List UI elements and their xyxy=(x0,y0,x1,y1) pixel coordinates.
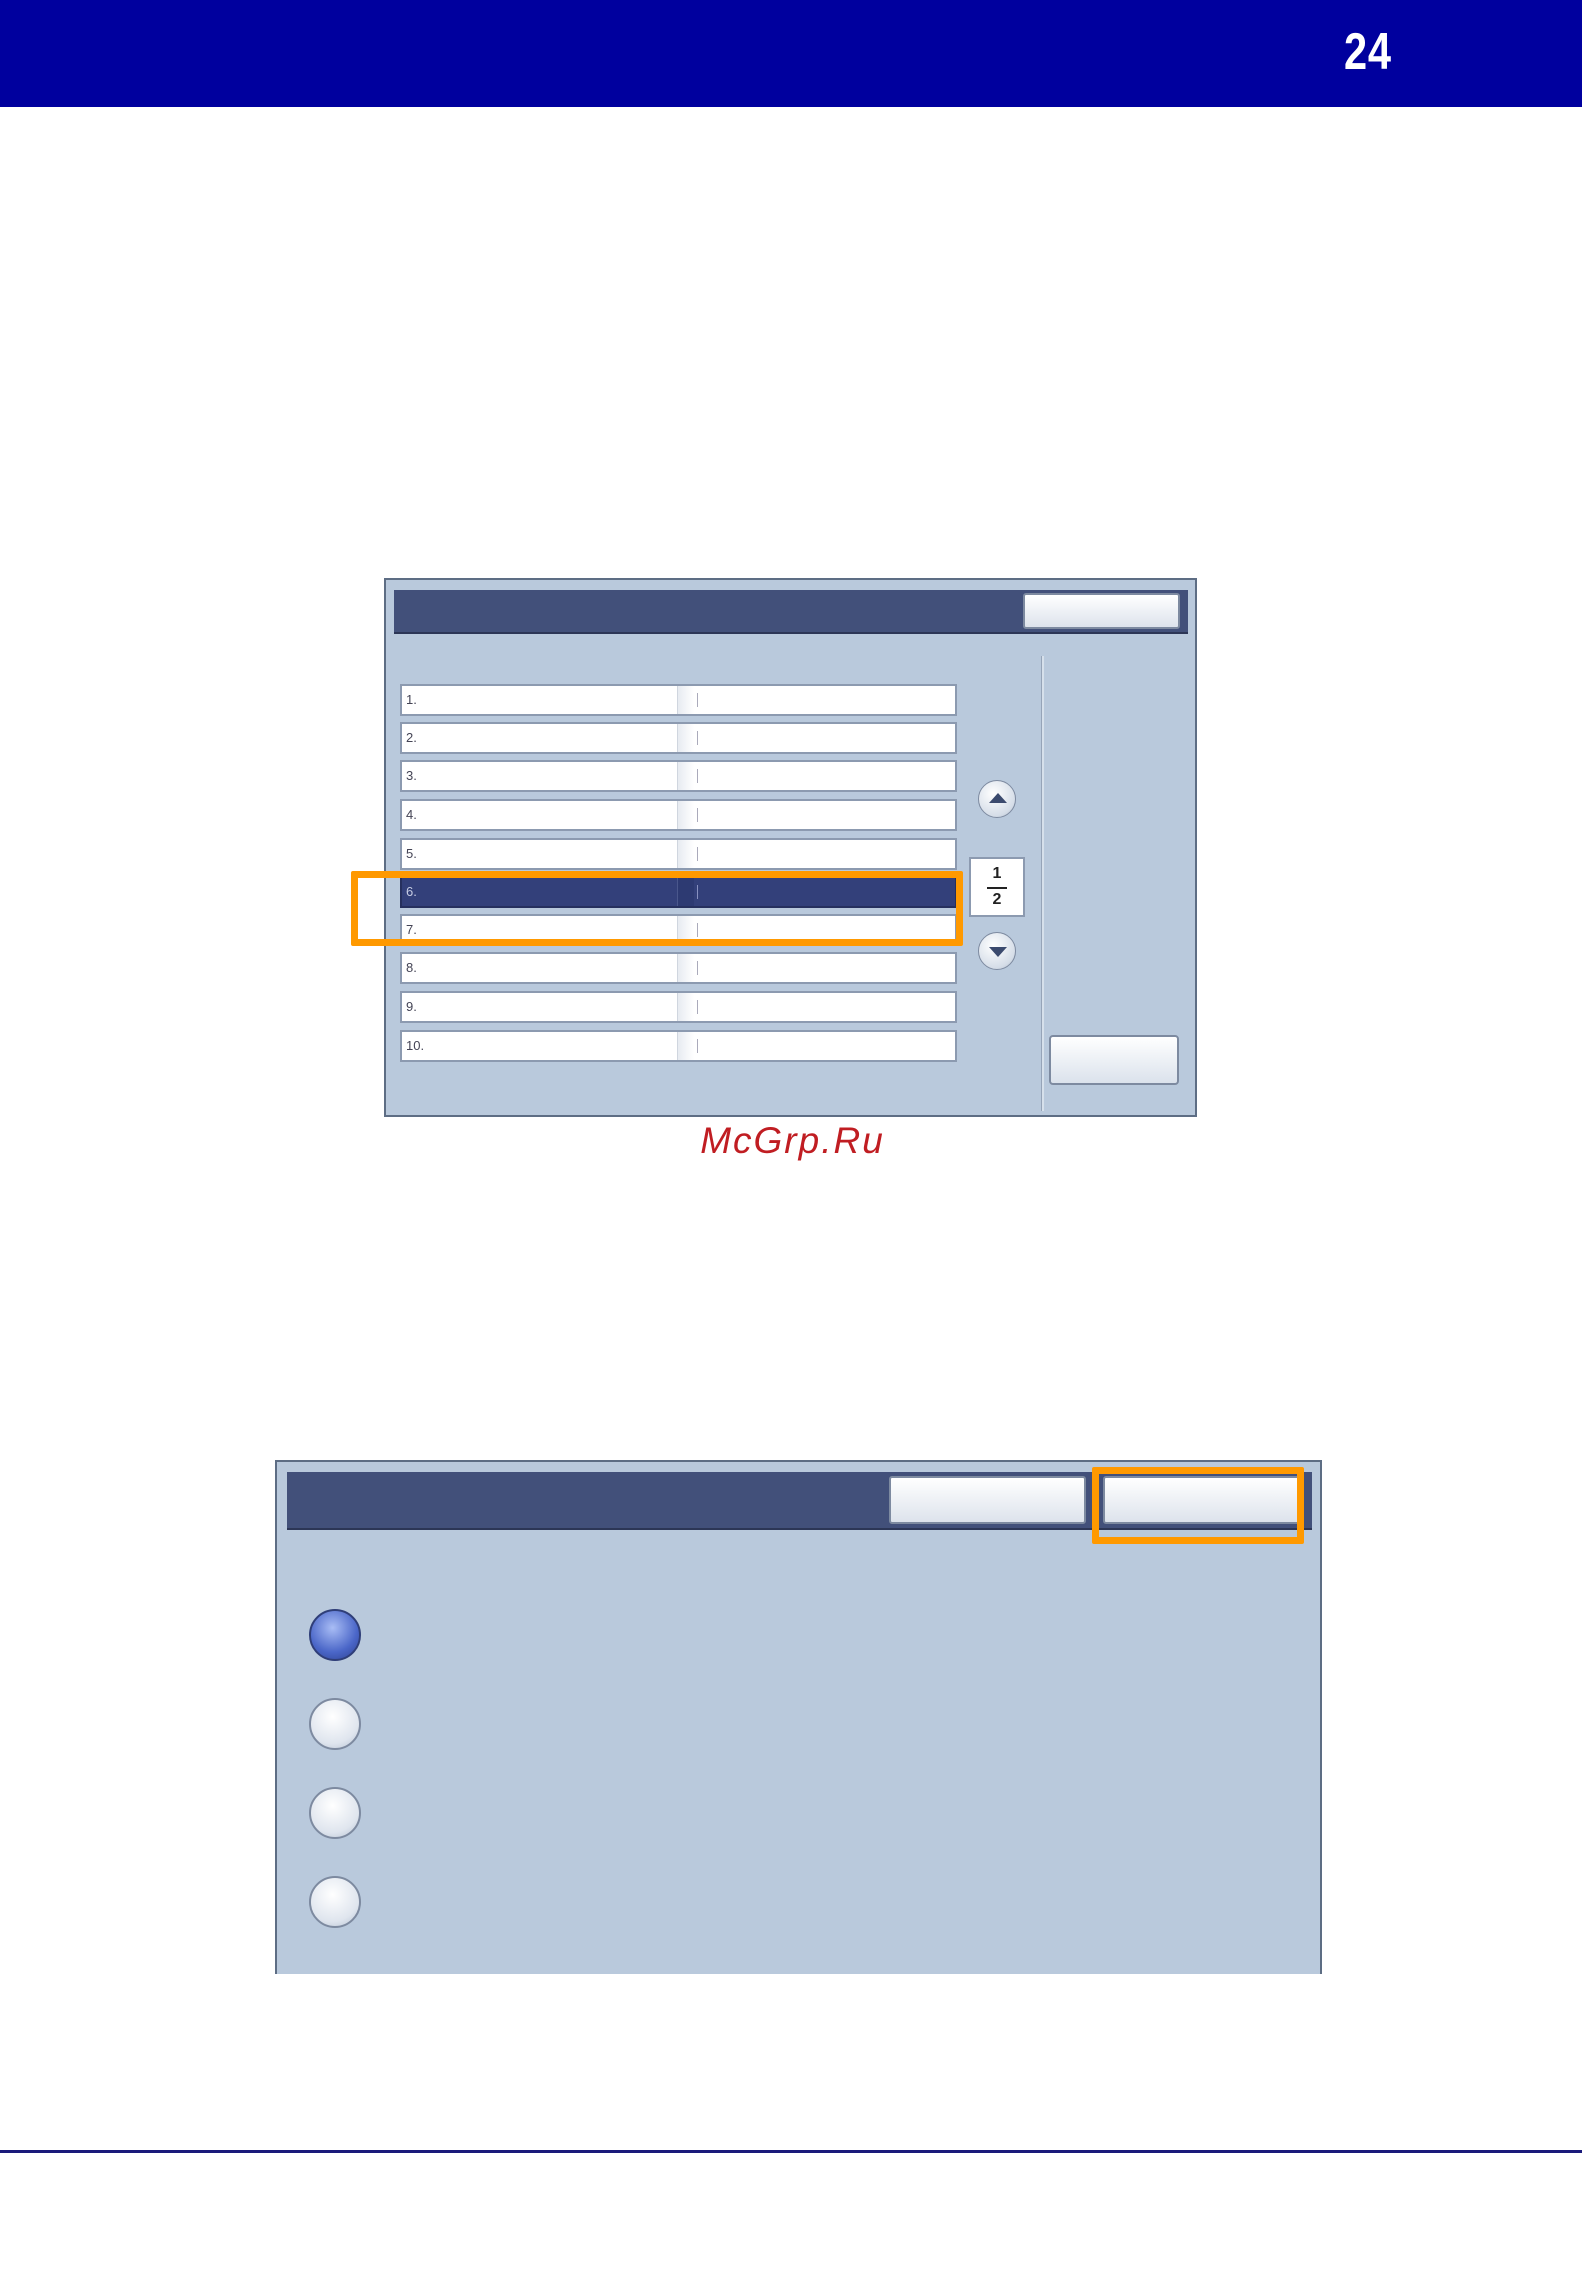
list-row-3[interactable]: 3. xyxy=(400,760,957,792)
scroll-up-button[interactable] xyxy=(978,780,1016,818)
footer-line xyxy=(0,2150,1582,2153)
list-row-10[interactable]: 10. xyxy=(400,1030,957,1062)
list-row-1[interactable]: 1. xyxy=(400,684,957,716)
row-number: 1. xyxy=(406,692,417,707)
list-row-9[interactable]: 9. xyxy=(400,991,957,1023)
scroll-down-button[interactable] xyxy=(978,932,1016,970)
row-number: 10. xyxy=(406,1038,425,1053)
row-number: 3. xyxy=(406,768,417,783)
watermark: McGrp.Ru xyxy=(700,1120,885,1161)
radio-option-2[interactable] xyxy=(309,1698,361,1750)
list-row-8[interactable]: 8. xyxy=(400,952,957,984)
radio-option-1[interactable] xyxy=(309,1609,361,1661)
page-current: 1 xyxy=(992,865,1002,882)
list-screen: 1. 2. 3. 4. 5. 6. 7. 8. 9. 10. 1 2 xyxy=(384,578,1197,1117)
side-divider xyxy=(1041,656,1044,1111)
list-screen-side-button[interactable] xyxy=(1049,1035,1179,1085)
options-cancel-button[interactable] xyxy=(889,1476,1086,1524)
row-number: 9. xyxy=(406,999,417,1014)
row-number: 8. xyxy=(406,960,417,975)
scroll-up-icon xyxy=(989,793,1007,803)
page-total: 2 xyxy=(992,891,1002,908)
page-indicator: 1 2 xyxy=(969,857,1025,917)
scroll-down-icon xyxy=(989,947,1007,957)
row-number: 2. xyxy=(406,730,417,745)
list-row-5[interactable]: 5. xyxy=(400,838,957,870)
radio-option-4[interactable] xyxy=(309,1876,361,1928)
row-number: 4. xyxy=(406,807,417,822)
highlight-selected-row xyxy=(351,871,963,946)
page-number: 24 xyxy=(1344,23,1392,81)
row-number: 5. xyxy=(406,846,417,861)
list-row-4[interactable]: 4. xyxy=(400,799,957,831)
list-row-2[interactable]: 2. xyxy=(400,722,957,754)
list-screen-title-button[interactable] xyxy=(1023,593,1180,629)
radio-option-3[interactable] xyxy=(309,1787,361,1839)
highlight-save-button xyxy=(1092,1467,1304,1544)
header-band: 24 xyxy=(0,0,1582,107)
